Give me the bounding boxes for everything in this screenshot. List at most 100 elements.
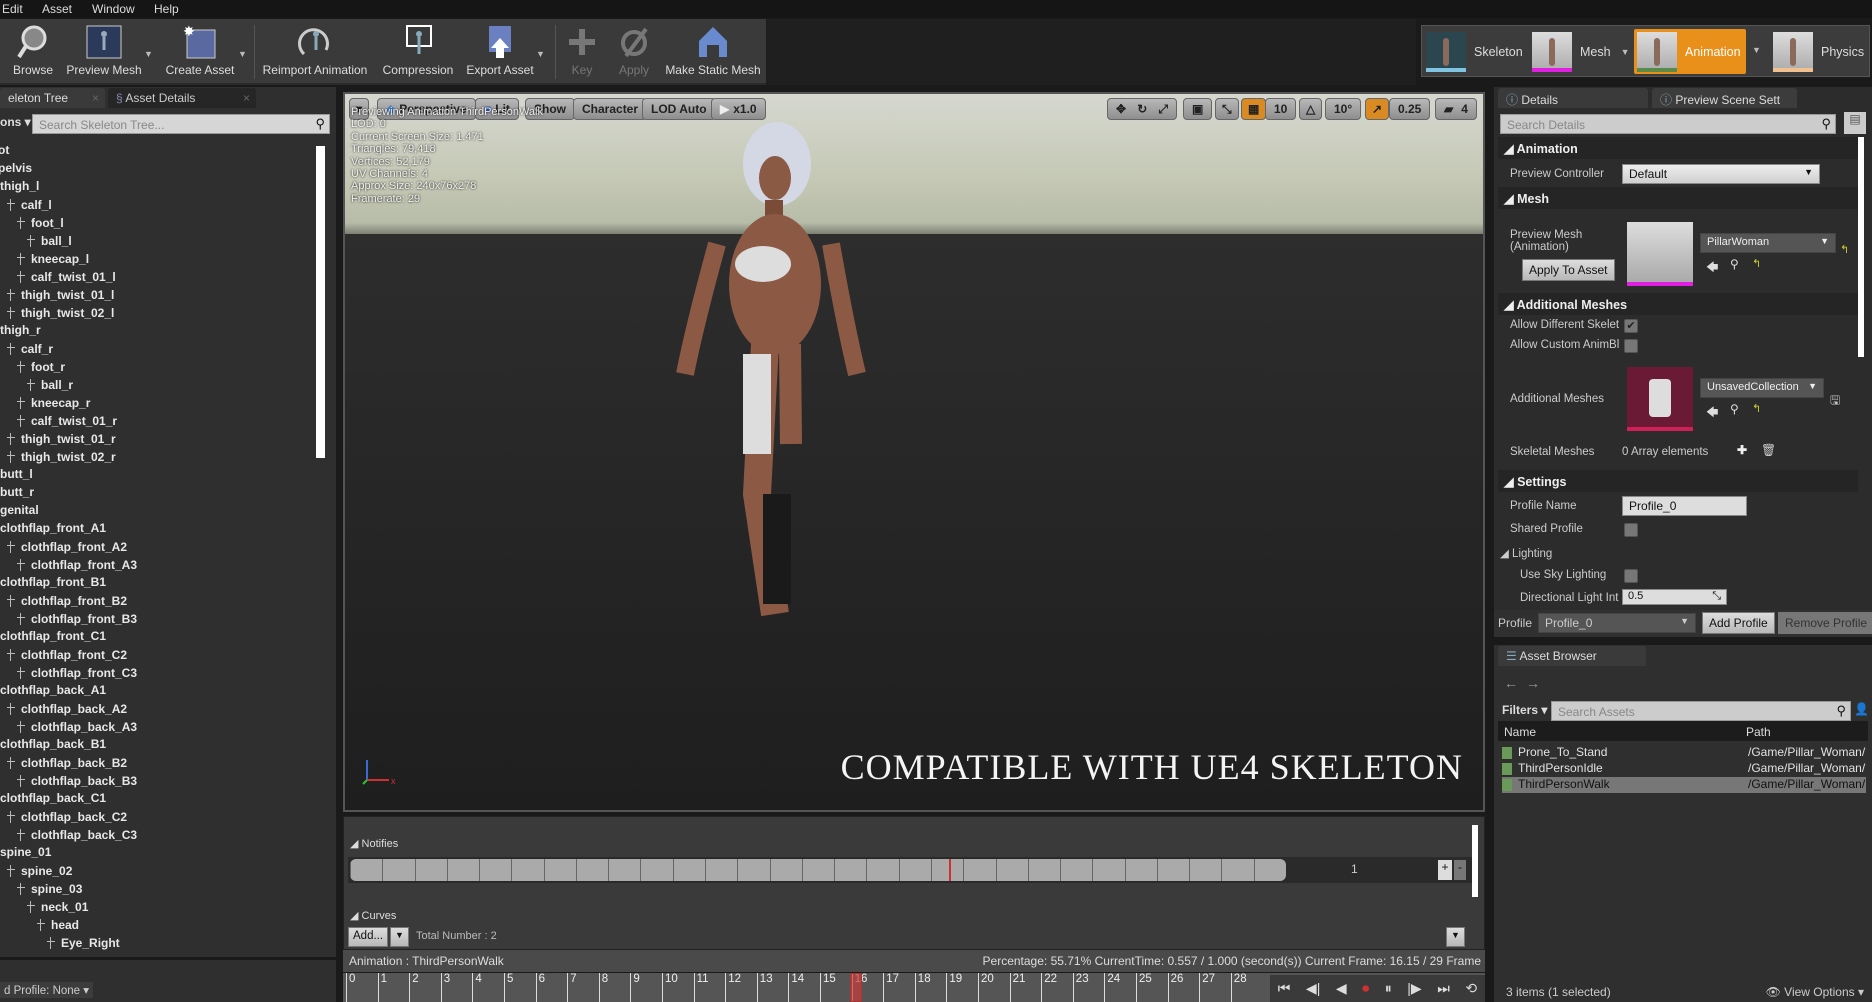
compression-button[interactable]: Compression bbox=[378, 23, 458, 77]
asset-row[interactable]: ThirdPersonWalk/Game/Pillar_Woman/ bbox=[1502, 777, 1866, 793]
preview-mesh-button[interactable]: Preview Mesh bbox=[64, 23, 144, 77]
user-icon[interactable]: 👤 bbox=[1854, 702, 1869, 716]
tree-item-bone[interactable]: calf_twist_01_r bbox=[17, 413, 117, 431]
menu-window[interactable]: Window bbox=[92, 2, 135, 16]
asset-row[interactable]: ThirdPersonIdle/Game/Pillar_Woman/ bbox=[1502, 761, 1866, 777]
browse-magnifier-icon[interactable]: ⚲ bbox=[1730, 402, 1739, 416]
tree-item-bone[interactable]: clothflap_back_B1 bbox=[0, 737, 106, 755]
translate-icon[interactable]: ✥ bbox=[1116, 102, 1126, 116]
tree-item-bone[interactable]: spine_01 bbox=[0, 845, 51, 863]
tree-item-bone[interactable]: clothflap_back_B2 bbox=[7, 755, 127, 773]
profile-name-input[interactable]: Profile_0 bbox=[1622, 496, 1747, 516]
timeline-playhead[interactable] bbox=[850, 973, 863, 1002]
tree-item-bone[interactable]: genital bbox=[0, 503, 39, 521]
tree-item-bone[interactable]: clothflap_back_A1 bbox=[0, 683, 106, 701]
skip-to-start-icon[interactable]: ⏮ bbox=[1278, 980, 1291, 997]
skip-to-end-icon[interactable]: ⏭ bbox=[1437, 980, 1450, 997]
grid-snap-toggle[interactable]: ▦ bbox=[1241, 98, 1267, 120]
browse-button[interactable]: Browse bbox=[8, 23, 58, 77]
curves-expand-icon[interactable]: ▼ bbox=[1446, 927, 1465, 947]
tree-item-bone[interactable]: clothflap_back_B3 bbox=[17, 773, 137, 791]
collection-select[interactable]: UnsavedCollection ▼ bbox=[1700, 378, 1824, 398]
step-back-icon[interactable]: ◀| bbox=[1306, 980, 1320, 997]
tree-item-bone[interactable]: thigh_twist_02_l bbox=[7, 305, 114, 323]
record-icon[interactable]: ⏺ bbox=[1362, 980, 1369, 997]
viewport[interactable]: ▾ ◆ Perspective ■ Lit Show Character LOD A… bbox=[343, 92, 1485, 812]
column-path[interactable]: Path bbox=[1746, 725, 1771, 739]
grid-snap-value[interactable]: 10 bbox=[1265, 98, 1297, 120]
reset-icon[interactable]: ↰ bbox=[1752, 402, 1761, 415]
profile-select[interactable]: Profile_0 ▼ bbox=[1538, 613, 1696, 633]
preview-mesh-select[interactable]: PillarWoman ▼ bbox=[1700, 233, 1836, 253]
forward-arrow-icon[interactable]: → bbox=[1526, 675, 1540, 691]
browse-magnifier-icon[interactable]: ⚲ bbox=[1730, 257, 1739, 271]
preview-controller-select[interactable]: Default ▼ bbox=[1622, 164, 1820, 184]
menu-help[interactable]: Help bbox=[154, 2, 179, 16]
use-selected-arrow-icon[interactable]: 🡄 bbox=[1706, 403, 1718, 424]
details-search-input[interactable]: Search Details ⚲ bbox=[1500, 114, 1836, 134]
close-icon[interactable]: × bbox=[92, 91, 99, 105]
use-selected-arrow-icon[interactable]: 🡄 bbox=[1706, 258, 1718, 279]
tree-item-bone[interactable]: clothflap_front_B2 bbox=[7, 593, 127, 611]
preview-mesh-dropdown-icon[interactable]: ▼ bbox=[144, 49, 153, 59]
tree-item-bone[interactable]: spine_02 bbox=[7, 863, 72, 881]
allow-custom-animbp-checkbox[interactable] bbox=[1624, 339, 1638, 353]
animation-dropdown-icon[interactable]: ▼ bbox=[1752, 45, 1761, 55]
tree-item-bone[interactable]: butt_l bbox=[0, 467, 33, 485]
section-additional-meshes[interactable]: ◢ Additional Meshes bbox=[1498, 293, 1858, 315]
filters-dropdown[interactable]: Filters ▾ bbox=[1502, 703, 1547, 717]
tree-item-bone[interactable]: foot_l bbox=[17, 215, 64, 233]
world-local-toggle[interactable]: ▣ bbox=[1183, 98, 1213, 120]
play-reverse-icon[interactable]: ◀ bbox=[1336, 980, 1347, 997]
tree-scrollbar[interactable] bbox=[316, 146, 325, 458]
camera-speed-button[interactable]: ▰ 4 bbox=[1435, 98, 1477, 120]
tree-item-bone[interactable]: neck_01 bbox=[27, 899, 88, 917]
tree-item-bone[interactable]: calf_r bbox=[7, 341, 53, 359]
tree-item-bone[interactable]: ball_r bbox=[27, 377, 73, 395]
tree-item-bone[interactable]: thigh_r bbox=[0, 323, 41, 341]
step-forward-icon[interactable]: |▶ bbox=[1407, 980, 1421, 997]
view-options-grid-icon[interactable]: ▤ bbox=[1844, 112, 1866, 134]
tree-item-bone[interactable]: clothflap_back_C3 bbox=[17, 827, 137, 845]
section-mesh[interactable]: ◢ Mesh bbox=[1498, 187, 1858, 209]
mode-physics[interactable]: Physics bbox=[1773, 29, 1864, 74]
tree-item-bone[interactable]: clothflap_back_A2 bbox=[7, 701, 127, 719]
skeleton-search-input[interactable]: Search Skeleton Tree... ⚲ bbox=[32, 114, 330, 134]
tree-item-bone[interactable]: clothflap_front_A3 bbox=[17, 557, 137, 575]
tree-item-bone[interactable]: clothflap_back_C1 bbox=[0, 791, 106, 809]
tree-item-bone[interactable]: kneecap_l bbox=[17, 251, 89, 269]
add-element-icon[interactable]: ✚ bbox=[1737, 443, 1747, 457]
tree-item-bone[interactable]: thigh_l bbox=[0, 179, 39, 197]
create-asset-button[interactable]: ✸ Create Asset bbox=[160, 23, 240, 77]
menu-asset[interactable]: Asset bbox=[42, 2, 72, 16]
rotation-snap-toggle[interactable]: △ bbox=[1299, 98, 1323, 120]
back-arrow-icon[interactable]: ← bbox=[1504, 675, 1518, 691]
key-button[interactable]: Key bbox=[562, 23, 602, 77]
asset-row[interactable]: Prone_To_Stand/Game/Pillar_Woman/ bbox=[1502, 745, 1866, 761]
tree-item-bone[interactable]: calf_l bbox=[7, 197, 52, 215]
surface-snap-button[interactable]: ⤡ bbox=[1215, 98, 1239, 120]
tree-item-bone[interactable]: thigh_twist_02_r bbox=[7, 449, 116, 467]
tree-item-bone[interactable]: ot bbox=[0, 143, 9, 161]
menu-edit[interactable]: Edit bbox=[2, 2, 23, 16]
lighting-header[interactable]: ◢ Lighting bbox=[1500, 546, 1552, 560]
asset-search-input[interactable]: Search Assets ⚲ bbox=[1551, 701, 1851, 721]
rotation-snap-value[interactable]: 10° bbox=[1325, 98, 1362, 120]
delete-icon[interactable]: 🗑 bbox=[1761, 443, 1776, 457]
curves-header[interactable]: ◢ Curves bbox=[350, 909, 396, 922]
tab-details[interactable]: ⓘ Details bbox=[1498, 88, 1648, 108]
section-animation[interactable]: ◢ Animation bbox=[1498, 137, 1858, 159]
tree-item-bone[interactable]: thigh_twist_01_l bbox=[7, 287, 114, 305]
reimport-animation-button[interactable]: Reimport Animation bbox=[260, 23, 370, 77]
add-curve-button[interactable]: Add... bbox=[348, 927, 389, 947]
tree-item-bone[interactable]: butt_r bbox=[0, 485, 34, 503]
mode-mesh[interactable]: Mesh ▼ bbox=[1532, 29, 1630, 74]
pause-icon[interactable]: ⏸ bbox=[1385, 980, 1392, 997]
tree-item-bone[interactable]: foot_r bbox=[17, 359, 65, 377]
reset-icon[interactable]: ↰ bbox=[1752, 257, 1761, 270]
details-scrollbar[interactable] bbox=[1858, 137, 1864, 357]
save-icon[interactable]: 🖫 bbox=[1830, 391, 1840, 412]
scale-snap-toggle[interactable]: ↗ bbox=[1365, 98, 1390, 120]
tree-item-bone[interactable]: kneecap_r bbox=[17, 395, 90, 413]
remove-profile-button[interactable]: Remove Profile bbox=[1778, 612, 1872, 634]
